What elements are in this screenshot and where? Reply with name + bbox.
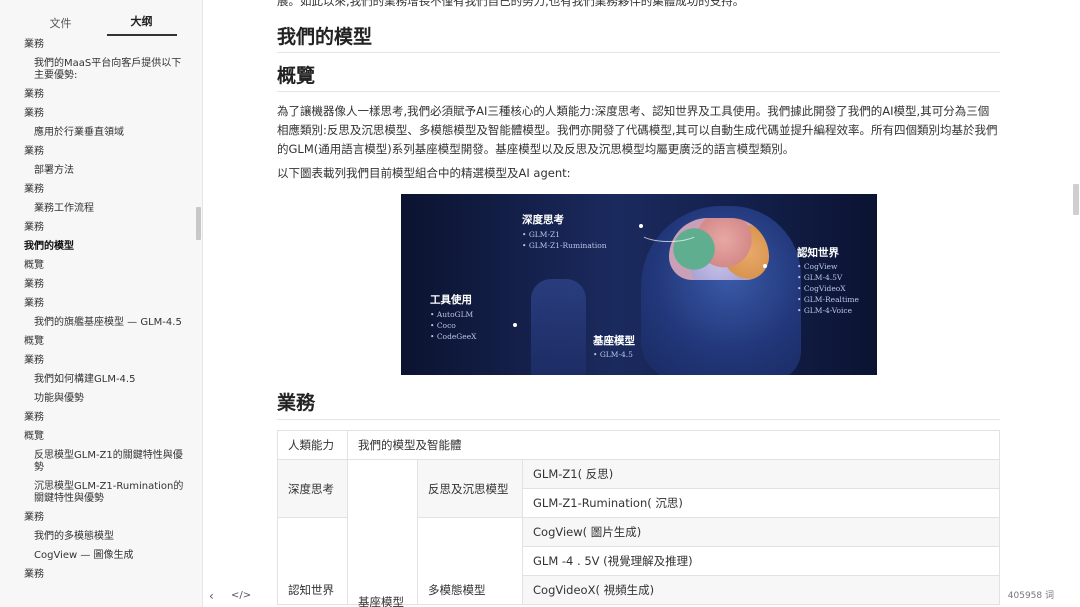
outline-item[interactable]: 功能與優勢 [0, 390, 196, 409]
figure-group-items: AutoGLM Coco CodeGeeX [430, 309, 477, 342]
outline-item[interactable]: 我們如何構建GLM-4.5 [0, 371, 196, 390]
heading-business: 業務 [277, 389, 1000, 420]
table-cell: 深度思考 [277, 459, 348, 518]
chevron-left-icon[interactable]: ‹ [209, 589, 214, 603]
connector-dot [763, 264, 767, 268]
table-cell: 反思及沉思模型 [417, 459, 523, 518]
table-cell: 基座模型 [347, 459, 418, 607]
table-cell: CogVideoX( 視頻生成) [522, 575, 1000, 605]
figure-item: GLM-Z1-Rumination [522, 240, 607, 251]
hand-illustration [531, 279, 586, 375]
table-row: 人類能力 我們的模型及智能體 [277, 430, 1000, 460]
sidebar-tabs: 文件 大纲 [0, 0, 202, 36]
outline-item[interactable]: 業務 [0, 105, 196, 124]
table-cell-text: 基座模型 [358, 595, 404, 607]
outline-item[interactable]: 應用於行業垂直領域 [0, 124, 196, 143]
outline-item[interactable]: 業務 [0, 143, 196, 162]
figure-group-title: 深度思考 [522, 214, 564, 226]
figure-item: GLM-4-Voice [797, 305, 859, 316]
code-icon[interactable]: </> [231, 590, 251, 601]
figure-item: AutoGLM [430, 309, 477, 320]
figure-item: GLM-Realtime [797, 294, 859, 305]
figure-item: GLM-4.5 [593, 349, 633, 360]
figure-group-title: 基座模型 [593, 335, 635, 347]
outline-item[interactable]: 我們的模型 [0, 238, 196, 257]
figure-item: CogView [797, 261, 859, 272]
figure-group-title: 工具使用 [430, 294, 472, 306]
document-scrollbar[interactable] [1073, 184, 1079, 215]
capability-table: 人類能力 我們的模型及智能體 深度思考 基座模型 反思及沉思模型 GLM-Z1(… [277, 430, 1000, 607]
outline-item[interactable]: 概覽 [0, 333, 196, 352]
connector-dot [513, 323, 517, 327]
table-header-cell: 我們的模型及智能體 [347, 430, 1000, 460]
outline-item[interactable]: 我們的多模態模型 [0, 528, 196, 547]
table-header-cell: 人類能力 [277, 430, 348, 460]
tab-file[interactable]: 文件 [26, 15, 96, 36]
outline-sidebar: 文件 大纲 業務 我們的MaaS平台向客戶提供以下主要優勢: 業務 業務 應用於行業垂直… [0, 0, 203, 607]
outline-item[interactable]: CogView — 圖像生成 [0, 547, 196, 566]
word-count: 405958 词 [1007, 591, 1054, 601]
document-content: 展。如此以來,我們的業務增長不僅有我們自己的努力,也有我們業務夥伴的集體成功的支… [277, 0, 1000, 607]
outline-item[interactable]: 我們的旗艦基座模型 — GLM-4.5 [0, 314, 196, 333]
table-cell: GLM-Z1( 反思) [522, 459, 1000, 489]
table-row: 深度思考 基座模型 反思及沉思模型 GLM-Z1( 反思) [277, 459, 1000, 607]
heading-our-models: 我們的模型 [277, 24, 1000, 53]
figure-item: CodeGeeX [430, 331, 477, 342]
outline-item[interactable]: 我們的MaaS平台向客戶提供以下主要優勢: [0, 55, 196, 86]
figure-group-items: GLM-4.5 [593, 349, 633, 360]
figure-item: GLM-4.5V [797, 272, 859, 283]
outline-item[interactable]: 概覽 [0, 257, 196, 276]
outline-item[interactable]: 部署方法 [0, 162, 196, 181]
figure-group-items: GLM-Z1 GLM-Z1-Rumination [522, 229, 607, 251]
figure-item: GLM-Z1 [522, 229, 607, 240]
outline-item[interactable]: 反思模型GLM-Z1的關鍵特性與優勢 [0, 447, 196, 478]
paragraph-text: 展。如此以來,我們的業務增長不僅有我們自己的努力,也有我們業務夥伴的集體成功的支… [277, 0, 745, 8]
paragraph-text: 以下圖表載列我們目前模型組合中的精選模型及AI agent: [277, 166, 571, 180]
table-cell: GLM-Z1-Rumination( 沉思) [522, 488, 1000, 518]
table-cell: 認知世界 [277, 517, 348, 605]
outline-item[interactable]: 業務 [0, 181, 196, 200]
table-cell: GLM -4 . 5V (視覺理解及推理) [522, 546, 1000, 576]
outline-item[interactable]: 業務 [0, 295, 196, 314]
outline-item[interactable]: 業務 [0, 352, 196, 371]
outline-item[interactable]: 業務 [0, 36, 196, 55]
tab-outline[interactable]: 大纲 [106, 13, 177, 36]
connector-line [639, 222, 699, 242]
sidebar-scrollbar[interactable] [196, 207, 201, 240]
paragraph-text: 為了讓機器像人一樣思考,我們必須賦予AI三種核心的人類能力:深度思考、認知世界及… [277, 104, 998, 156]
outline-item[interactable]: 業務 [0, 86, 196, 105]
connector-dot [639, 224, 643, 228]
figure-group-title: 認知世界 [797, 247, 839, 259]
outline-item[interactable]: 沉思模型GLM-Z1-Rumination的關鍵特性與優勢 [0, 478, 196, 509]
table-cell: 多模態模型 [417, 517, 523, 605]
outline-item[interactable]: 業務 [0, 219, 196, 238]
outline-item[interactable]: 業務 [0, 509, 196, 528]
outline-item[interactable]: 業務工作流程 [0, 200, 196, 219]
document-view: 展。如此以來,我們的業務增長不僅有我們自己的努力,也有我們業務夥伴的集體成功的支… [203, 0, 1080, 607]
figure-item: CogVideoX [797, 283, 859, 294]
model-portfolio-figure: 深度思考 GLM-Z1 GLM-Z1-Rumination 認知世界 CogVi… [401, 194, 877, 375]
outline-item[interactable]: 業務 [0, 276, 196, 295]
heading-overview: 概覽 [277, 63, 1000, 92]
outline-list: 業務 我們的MaaS平台向客戶提供以下主要優勢: 業務 業務 應用於行業垂直領域 業務 部署… [0, 36, 196, 586]
figure-item: Coco [430, 320, 477, 331]
table-cell: CogView( 圖片生成) [522, 517, 1000, 547]
outline-item[interactable]: 業務 [0, 409, 196, 428]
figure-group-items: CogView GLM-4.5V CogVideoX GLM-Realtime … [797, 261, 859, 316]
outline-item[interactable]: 概覽 [0, 428, 196, 447]
outline-item[interactable]: 業務 [0, 566, 196, 585]
